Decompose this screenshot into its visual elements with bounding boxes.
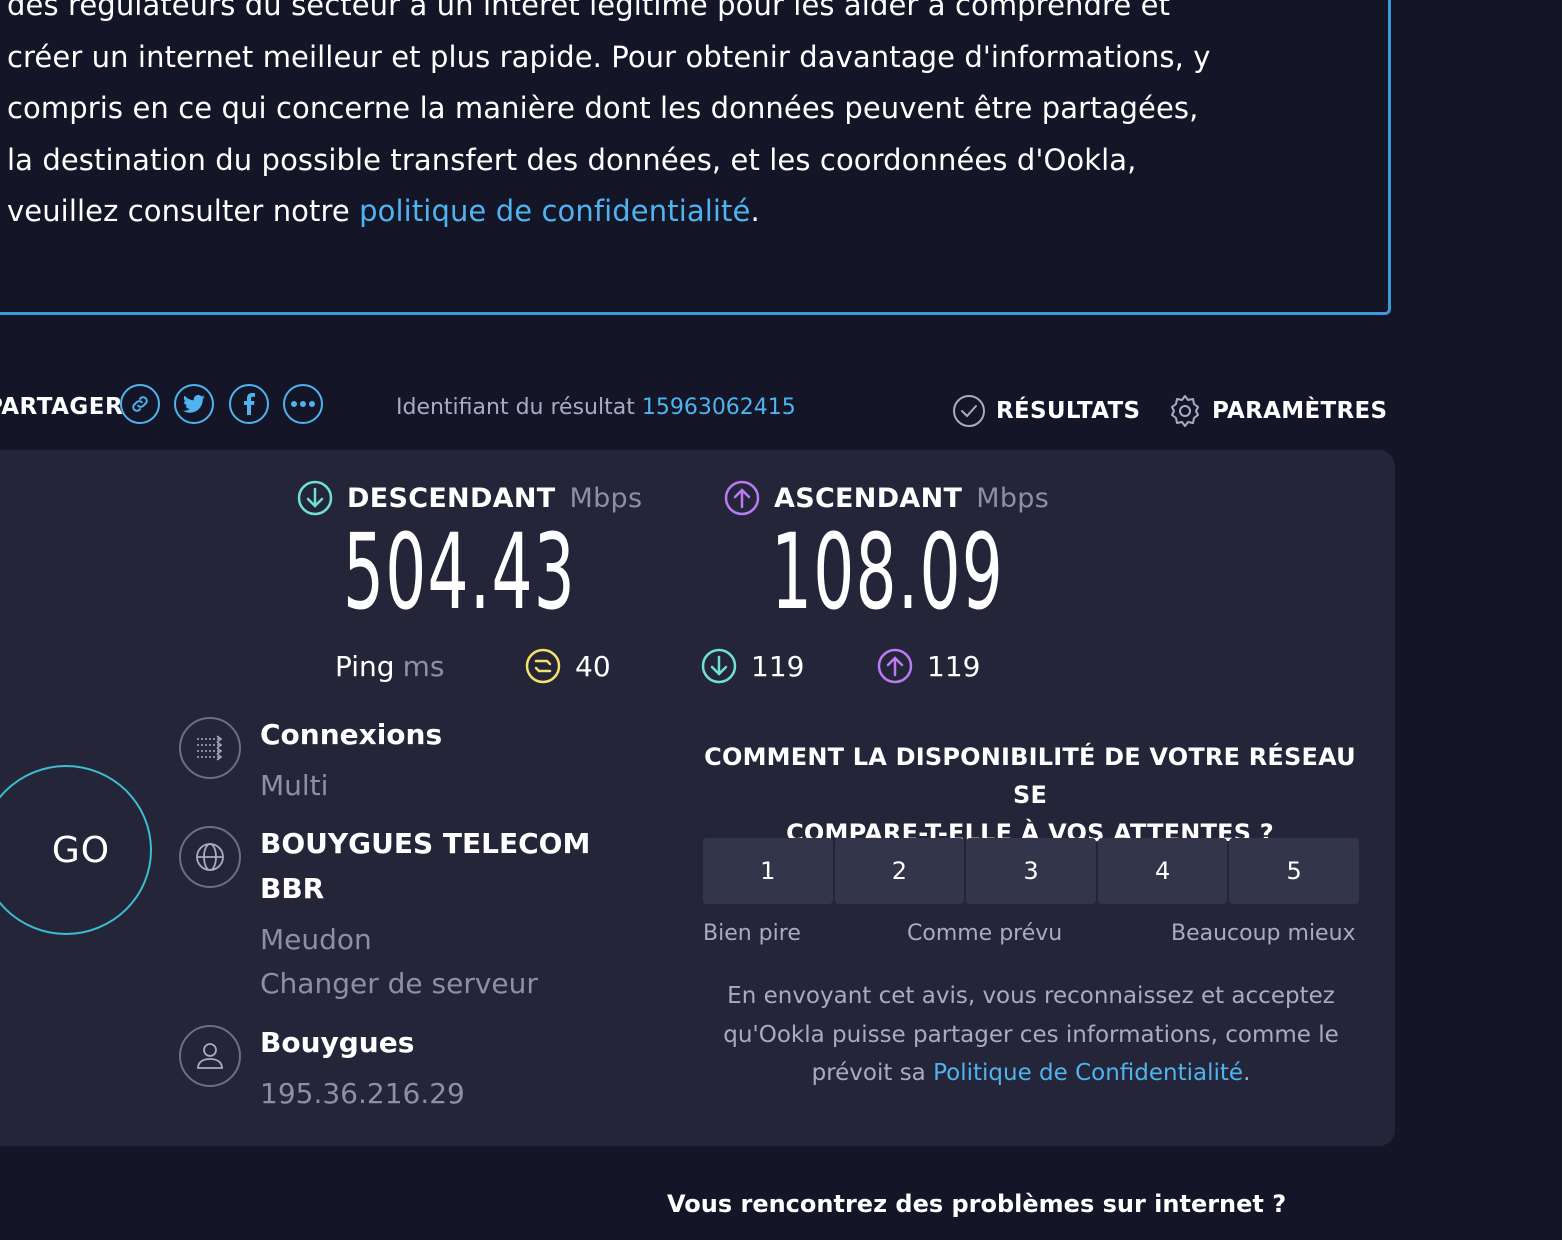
ping-label-text: Ping	[335, 650, 395, 683]
privacy-notice-box: des régulateurs du secteur a un intérêt …	[0, 0, 1391, 315]
ping-upload: 119	[877, 648, 980, 684]
privacy-line: compris en ce qui concerne la manière do…	[7, 91, 1199, 125]
ping-unit: ms	[402, 650, 445, 683]
survey-disclaimer: En envoyant cet avis, vous reconnaissez …	[703, 977, 1359, 1093]
change-server-link[interactable]: Changer de serveur	[260, 967, 538, 1000]
upload-value: 108.09	[771, 511, 1005, 633]
more-icon	[291, 401, 315, 407]
connections-title: Connexions	[260, 718, 443, 751]
rating-option-4[interactable]: 4	[1097, 838, 1228, 904]
share-bar: PARTAGER Identifiant du résultat 1596306…	[0, 380, 1400, 440]
link-share-button[interactable]	[120, 384, 160, 424]
result-id: Identifiant du résultat 15963062415	[396, 395, 796, 420]
disclaimer-prefix: prévoit sa	[811, 1060, 934, 1086]
privacy-policy-link[interactable]: politique de confidentialité	[359, 194, 750, 228]
ping-download: 119	[701, 648, 804, 684]
provider-ip: 195.36.216.29	[260, 1077, 465, 1110]
rating-scale: 1 2 3 4 5	[703, 838, 1359, 904]
user-icon	[179, 1025, 241, 1087]
rating-label-low: Bien pire	[703, 921, 801, 946]
server-location: Meudon	[260, 923, 372, 956]
download-unit: Mbps	[569, 482, 643, 514]
privacy-line: la destination du possible transfert des…	[7, 142, 1137, 177]
more-share-button[interactable]	[283, 384, 323, 424]
privacy-line: créer un internet meilleur et plus rapid…	[7, 39, 1211, 74]
twitter-icon	[183, 394, 205, 413]
download-value: 504.43	[343, 511, 577, 633]
survey-question: COMMENT LA DISPONIBILITÉ DE VOTRE RÉSEAU…	[700, 738, 1360, 852]
upload-unit: Mbps	[976, 482, 1050, 514]
download-label: DESCENDANT	[347, 482, 556, 514]
upload-latency-icon	[877, 648, 913, 684]
privacy-line: des régulateurs du secteur a un intérêt …	[7, 0, 1171, 22]
internet-problems-heading: Vous rencontrez des problèmes sur intern…	[667, 1190, 1287, 1218]
server-name-line1: BOUYGUES TELECOM	[260, 827, 591, 860]
gear-icon	[1171, 395, 1199, 427]
facebook-icon	[244, 393, 255, 415]
ping-idle: 40	[525, 648, 611, 684]
result-id-label: Identifiant du résultat	[396, 395, 635, 420]
provider-name: Bouygues	[260, 1026, 415, 1059]
disclaimer-line3: prévoit sa Politique de Confidentialité.	[703, 1054, 1359, 1093]
privacy-policy-link-2[interactable]: Politique de Confidentialité	[933, 1060, 1243, 1086]
privacy-line: veuillez consulter notre politique de co…	[7, 186, 1337, 238]
facebook-share-button[interactable]	[229, 384, 269, 424]
globe-icon	[179, 826, 241, 888]
speedtest-page: des régulateurs du secteur a un intérêt …	[0, 0, 1562, 1240]
rating-option-1[interactable]: 1	[703, 838, 833, 904]
share-label: PARTAGER	[0, 394, 124, 420]
ping-label: Ping ms	[335, 650, 444, 683]
upload-arrow-icon	[724, 480, 760, 516]
ping-upload-value: 119	[927, 649, 981, 683]
result-id-value[interactable]: 15963062415	[642, 395, 796, 420]
rating-option-3[interactable]: 3	[966, 838, 1096, 904]
settings-nav-button[interactable]: PARAMÈTRES	[1168, 394, 1387, 428]
upload-label: ASCENDANT	[774, 482, 963, 514]
results-nav-button[interactable]: RÉSULTATS	[952, 394, 1140, 428]
disclaimer-suffix: .	[1243, 1060, 1251, 1086]
disclaimer-line1: En envoyant cet avis, vous reconnaissez …	[727, 983, 1335, 1009]
twitter-share-button[interactable]	[174, 384, 214, 424]
results-nav-label: RÉSULTATS	[996, 398, 1141, 424]
rating-option-5[interactable]: 5	[1229, 838, 1359, 904]
survey-question-line1: COMMENT LA DISPONIBILITÉ DE VOTRE RÉSEAU…	[704, 743, 1356, 809]
settings-nav-label: PARAMÈTRES	[1212, 398, 1388, 424]
connections-icon	[179, 717, 241, 779]
idle-latency-icon	[525, 648, 561, 684]
download-arrow-icon	[297, 480, 333, 516]
disclaimer-line2: qu'Ookla puisse partager ces information…	[723, 1021, 1339, 1048]
rating-label-mid: Comme prévu	[907, 921, 1063, 946]
server-name-line2: BBR	[260, 872, 325, 905]
rating-label-high: Beaucoup mieux	[1171, 921, 1356, 946]
privacy-line-suffix: .	[750, 194, 760, 228]
connections-value[interactable]: Multi	[260, 769, 328, 802]
privacy-line-prefix: veuillez consulter notre	[7, 194, 360, 228]
download-latency-icon	[701, 648, 737, 684]
rating-option-2[interactable]: 2	[834, 838, 965, 904]
privacy-notice-text: des régulateurs du secteur a un intérêt …	[7, 0, 1337, 238]
ping-download-value: 119	[751, 649, 805, 683]
go-label: GO	[51, 829, 111, 871]
ping-idle-value: 40	[575, 649, 611, 683]
link-icon	[132, 396, 148, 412]
check-circle-icon	[953, 395, 985, 427]
